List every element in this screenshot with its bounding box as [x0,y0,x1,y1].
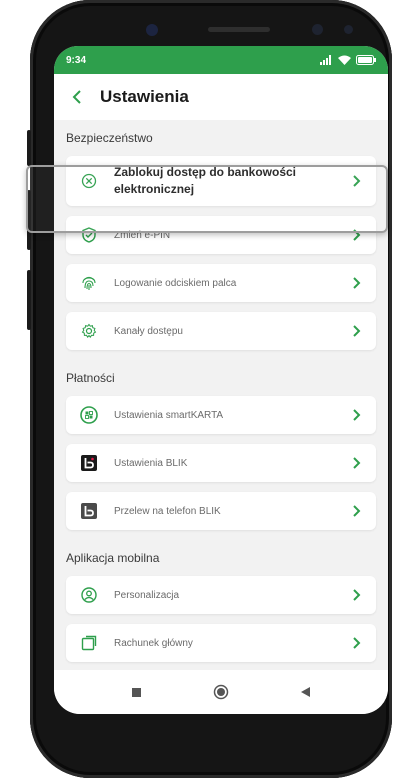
chevron-right-icon [350,408,364,422]
earpiece [208,27,270,32]
back-arrow-icon[interactable] [68,88,86,106]
wifi-icon [338,55,351,65]
blik-logo-icon [80,502,98,520]
android-nav-bar [54,670,388,714]
section-payments: Płatności [66,371,115,385]
gear-icon [80,322,98,340]
app-bar: Ustawienia [54,74,388,120]
chevron-right-icon [350,456,364,470]
smartkarta-icon [80,406,98,424]
sensor-icon [344,25,353,34]
side-button [27,270,31,330]
smartkarta-settings-item[interactable]: Ustawienia smartKARTA [66,396,376,434]
access-channels-label: Kanały dostępu [114,325,183,337]
status-bar: 9:34 [54,46,388,74]
personalization-label: Personalizacja [114,589,180,601]
smartkarta-settings-label: Ustawienia smartKARTA [114,409,224,421]
screen: 9:34 Ustawienia Bezpieczeństwo Zablokuj … [54,46,388,714]
blik-phone-transfer-label: Przelew na telefon BLIK [114,505,221,517]
fingerprint-login-item[interactable]: Logowanie odciskiem palca [66,264,376,302]
fingerprint-login-label: Logowanie odciskiem palca [114,277,237,289]
page-title: Ustawienia [100,87,189,106]
battery-icon [356,55,376,65]
back-icon[interactable] [296,682,316,702]
blik-settings-item[interactable]: Ustawienia BLIK [66,444,376,482]
user-circle-icon [80,586,98,604]
sensor-icon [312,24,323,35]
blik-logo-icon [80,454,98,472]
section-security: Bezpieczeństwo [66,131,153,145]
blik-phone-transfer-item[interactable]: Przelew na telefon BLIK [66,492,376,530]
side-button [27,130,31,166]
personalization-item[interactable]: Personalizacja [66,576,376,614]
home-icon[interactable] [211,682,231,702]
recent-apps-icon[interactable] [126,682,146,702]
status-time: 9:34 [66,54,87,66]
status-icons [320,55,376,65]
main-account-item[interactable]: Rachunek główny [66,624,376,662]
front-camera-icon [146,24,158,36]
account-icon [80,634,98,652]
fingerprint-icon [80,274,98,292]
chevron-right-icon [350,504,364,518]
chevron-right-icon [350,588,364,602]
access-channels-item[interactable]: Kanały dostępu [66,312,376,350]
chevron-right-icon [350,276,364,290]
highlight-frame [26,165,388,233]
main-account-label: Rachunek główny [114,637,193,649]
blik-settings-label: Ustawienia BLIK [114,457,188,469]
section-mobile-app: Aplikacja mobilna [66,551,160,565]
chevron-right-icon [350,636,364,650]
signal-icon [320,55,331,65]
chevron-right-icon [350,324,364,338]
